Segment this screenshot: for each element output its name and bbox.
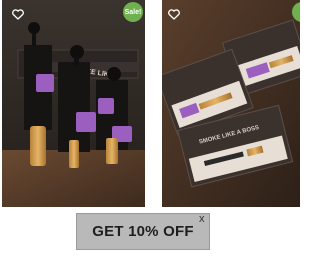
discount-promo-button[interactable]: GET 10% OFF (76, 213, 210, 250)
product-card-1[interactable]: SMOKE LIKE A Sale! (2, 0, 145, 207)
sale-badge: Sale! (123, 2, 143, 22)
product-page: SMOKE LIKE A Sale! SMOKE LIKE A BOSS GET… (0, 0, 300, 260)
wishlist-button-2[interactable] (166, 6, 182, 22)
heart-outline-icon (168, 8, 180, 20)
close-promo-button[interactable]: x (199, 214, 205, 225)
product-card-2[interactable]: SMOKE LIKE A BOSS (162, 0, 300, 207)
wishlist-button-1[interactable] (10, 6, 26, 22)
heart-outline-icon (12, 8, 24, 20)
product-image-1[interactable]: SMOKE LIKE A (2, 0, 145, 207)
product-image-2[interactable]: SMOKE LIKE A BOSS (162, 0, 300, 207)
promo-label: GET 10% OFF (92, 223, 194, 240)
